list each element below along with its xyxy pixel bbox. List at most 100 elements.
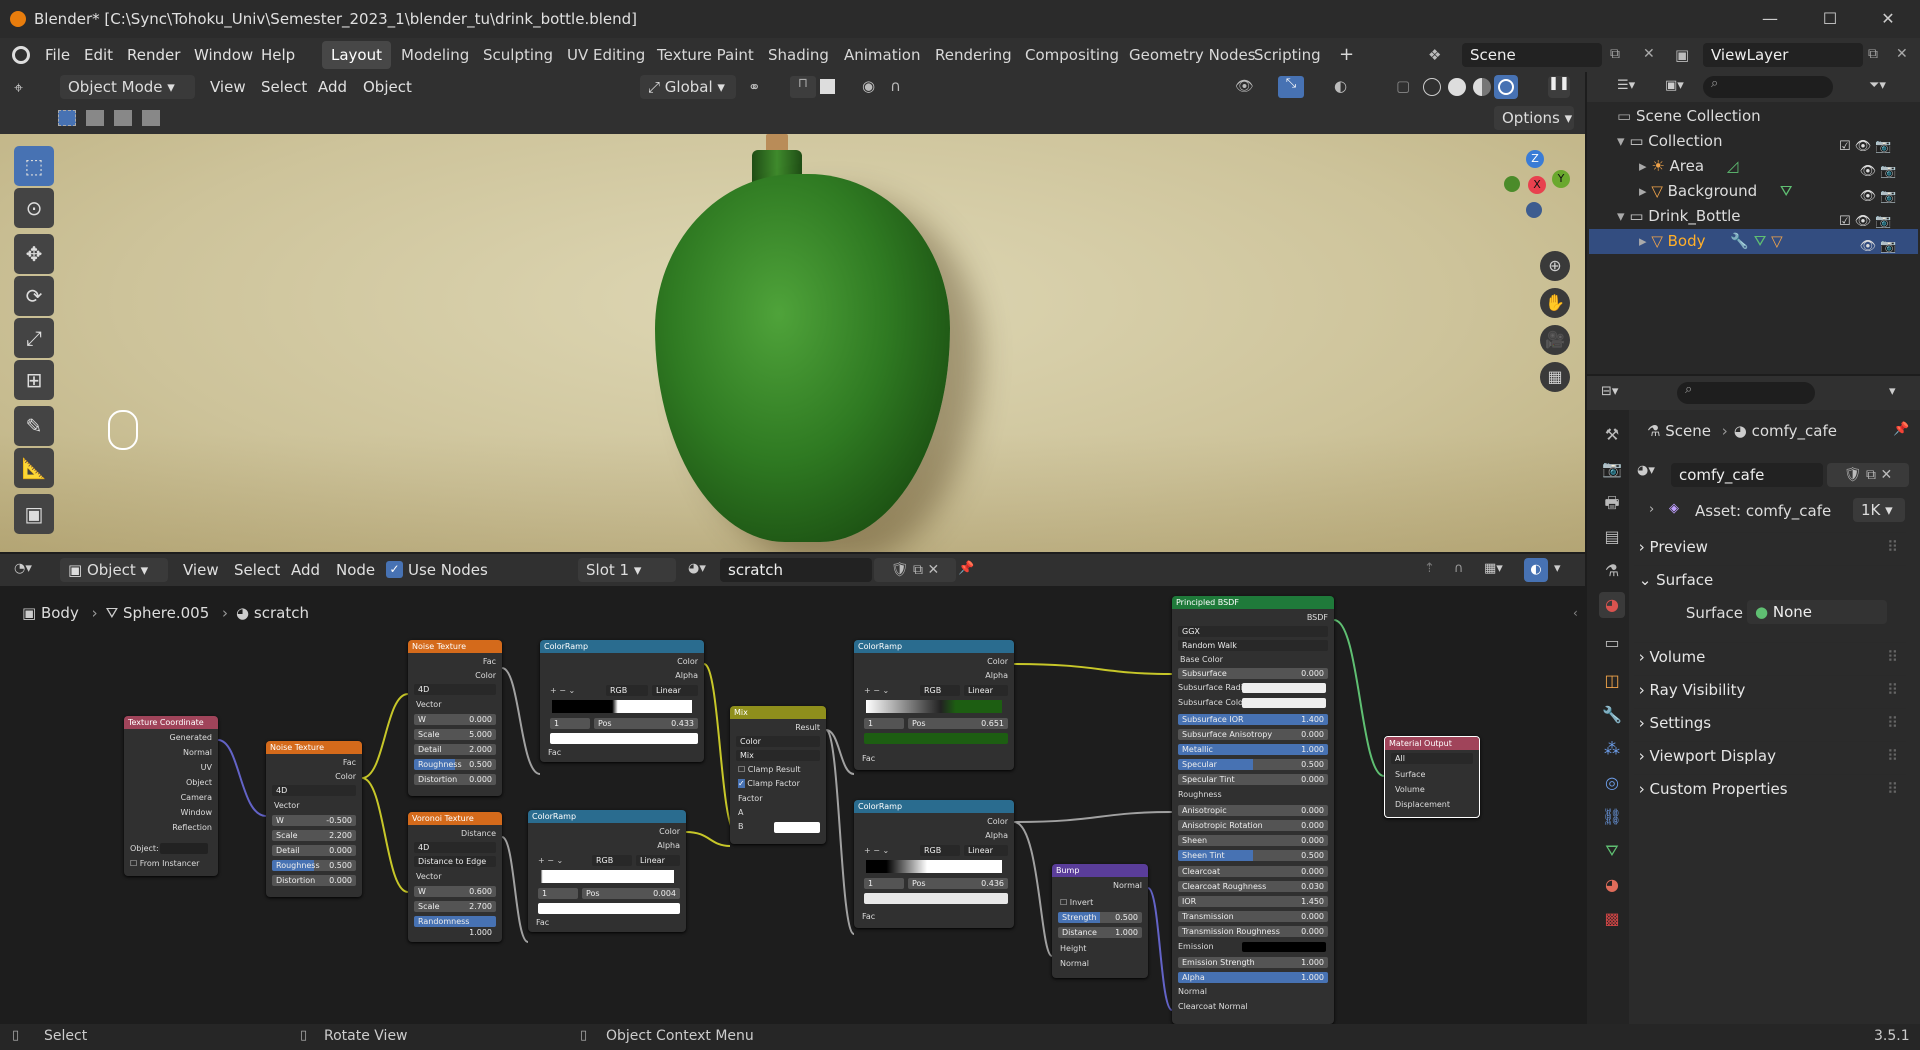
modifier-tab-icon[interactable]: 🔧 [1599,702,1625,728]
subsurface-method-dropdown[interactable]: Random Walk [1178,640,1328,651]
proportional-edit-icon[interactable]: ◉ [862,77,875,95]
object-tab-icon[interactable]: ◫ [1599,668,1625,694]
field-detail[interactable]: Detail 0.000 [272,845,356,856]
ramp-add-remove-icons[interactable]: + − ⌄ [864,846,889,855]
view-layer-tab-icon[interactable]: ▤ [1599,524,1625,550]
material-datablock-buttons[interactable]: 🛡 ⧉ ✕ [874,558,956,582]
constraints-tab-icon[interactable]: ⛓ [1599,804,1625,830]
ramp-mode-dropdown[interactable]: RGB [920,845,960,856]
clamp-factor-checkbox[interactable]: ✓ Clamp Factor [738,779,800,788]
tab-compositing[interactable]: Compositing [1016,41,1128,69]
properties-menu-icon[interactable]: ▾ [1889,384,1896,399]
particles-tab-icon[interactable]: ⁂ [1599,736,1625,762]
field-strength[interactable]: Strength 0.500 [1058,912,1142,923]
visibility-icon[interactable]: 👁 [1235,77,1254,95]
node-noise-texture-2[interactable]: Noise Texture Fac Color 4D Vector W 0.000… [408,640,502,796]
menu-file[interactable]: File [45,46,70,64]
axis-x-handle[interactable]: X [1528,176,1546,194]
world-browse-icon[interactable]: ◕▾ [1637,463,1665,485]
wireframe-shading-icon[interactable] [1423,78,1441,96]
snap-node-icon[interactable]: ∩ [1454,561,1464,576]
camera-view-icon[interactable]: 🎥 [1540,325,1570,355]
scene-icon[interactable]: ❖ [1428,46,1452,64]
panel-viewport-display[interactable]: › Viewport Display ⠿ [1634,741,1906,769]
perspective-grid-icon[interactable]: ▦ [1540,362,1570,392]
tab-animation[interactable]: Animation [835,41,929,69]
invert-checkbox[interactable]: ☐ Invert [1060,898,1093,907]
scale-tool-icon[interactable]: ⤢ [14,318,54,358]
mix-b-color[interactable] [774,822,820,833]
tab-geometry-nodes[interactable]: Geometry Nodes [1120,41,1265,69]
tab-shading[interactable]: Shading [759,41,838,69]
outliner-scene-collection[interactable]: ▭ Scene Collection [1617,104,1917,129]
physics-tab-icon[interactable]: ◎ [1599,770,1625,796]
3d-viewport[interactable]: Z Y X ⊕ ✋ 🎥 ▦ [0,134,1585,552]
material-tab-icon[interactable]: ◕ [1599,872,1625,898]
ramp-mode-dropdown[interactable]: RGB [606,685,648,696]
tab-modeling[interactable]: Modeling [392,41,478,69]
output-tab-icon[interactable]: 🖶 [1599,490,1625,516]
viewport-menu-select[interactable]: Select [261,78,307,96]
editor-type-icon[interactable]: ⌖ [14,78,23,98]
bsdf-row[interactable]: Subsurface Anisotropy 0.000 [1178,728,1328,740]
ramp-pos-field[interactable]: Pos 0.433 [594,718,698,729]
node-editor-canvas[interactable]: ▣ Body › ⛛ Sphere.005 › ◕ scratch Texture … [0,586,1585,1024]
xray-icon[interactable]: ▢ [1396,77,1410,95]
viewport-menu-object[interactable]: Object [363,78,412,96]
select-box-tool-icon[interactable]: ⬚ [14,146,54,186]
delete-view-layer-icon[interactable]: ✕ [1896,46,1908,62]
field-roughness[interactable]: Roughness 0.500 [414,759,496,770]
pivot-icon[interactable]: ⚭ [748,78,761,96]
node-overlay-dropdown-icon[interactable]: ▾ [1554,561,1561,576]
node-colorramp-1[interactable]: ColorRamp Color Alpha + − ⌄ RGB Linear 1… [540,640,704,762]
world-tab-icon[interactable]: ◕ [1599,592,1625,618]
panel-ray-visibility[interactable]: › Ray Visibility ⠿ [1634,675,1906,703]
selection-mode-icons[interactable] [58,110,168,128]
close-window-button[interactable]: ✕ [1868,6,1908,32]
rotate-tool-icon[interactable]: ⟳ [14,276,54,316]
axis-neg-z-handle[interactable] [1526,202,1542,218]
ramp-add-remove-icons[interactable]: + − ⌄ [864,686,889,695]
output-target-dropdown[interactable]: All [1391,753,1473,764]
ramp-index-field[interactable]: 1 [550,718,590,729]
viewport-menu-view[interactable]: View [210,78,246,96]
panel-settings[interactable]: › Settings ⠿ [1634,708,1906,736]
field-scale[interactable]: Scale 2.700 [414,901,496,912]
node-menu-node[interactable]: Node [336,561,375,579]
color-ramp-gradient[interactable] [866,700,1002,713]
node-principled-bsdf[interactable]: Principled BSDF BSDF GGX Random Walk Bas… [1172,596,1334,1024]
field-scale[interactable]: Scale 2.200 [272,830,356,841]
ramp-pos-field[interactable]: Pos 0.436 [908,878,1008,889]
bsdf-row[interactable]: Emission Strength 1.000 [1178,956,1328,968]
ramp-add-remove-icons[interactable]: + − ⌄ [550,686,575,695]
bsdf-row[interactable]: Specular 0.500 [1178,759,1328,771]
scene-field[interactable]: Scene [1462,43,1602,67]
measure-tool-icon[interactable]: 📐 [14,448,54,488]
pause-render-icon[interactable]: ❚❚ [1548,76,1570,98]
object-mode-dropdown[interactable]: Object Mode ▾ [60,75,195,99]
field-w[interactable]: W 0.600 [414,886,496,897]
material-browse-icon[interactable]: ◕▾ [688,561,706,576]
asset-resolution-dropdown[interactable]: 1K ▾ [1853,498,1905,522]
node-menu-select[interactable]: Select [234,561,280,579]
snap-grid-icon[interactable]: ▦▾ [1484,561,1503,576]
delete-scene-icon[interactable]: ✕ [1643,46,1655,62]
ramp-index-field[interactable]: 1 [538,888,578,899]
tab-layout[interactable]: Layout [322,41,391,69]
bsdf-row[interactable]: Clearcoat Roughness 0.030 [1178,880,1328,892]
parent-node-icon[interactable]: ⇡ [1424,561,1435,576]
transform-tool-icon[interactable]: ⊞ [14,360,54,400]
maximize-button[interactable]: ☐ [1810,6,1850,32]
ramp-interp-dropdown[interactable]: Linear [964,845,1008,856]
viewport-menu-add[interactable]: Add [318,78,347,96]
texture-tab-icon[interactable]: ▩ [1599,906,1625,932]
new-view-layer-icon[interactable]: ⧉ [1868,46,1878,62]
field-distance[interactable]: Distance 1.000 [1058,927,1142,938]
ramp-stop-color[interactable] [538,903,680,914]
blender-menu-icon[interactable] [12,46,30,64]
solid-shading-icon[interactable] [1448,78,1466,96]
node-editor-type-icon[interactable]: ◔▾ [14,561,32,576]
ramp-mode-dropdown[interactable]: RGB [920,685,960,696]
scene-tab-icon[interactable]: ⚗ [1599,558,1625,584]
panel-custom-properties[interactable]: › Custom Properties ⠿ [1634,774,1906,802]
